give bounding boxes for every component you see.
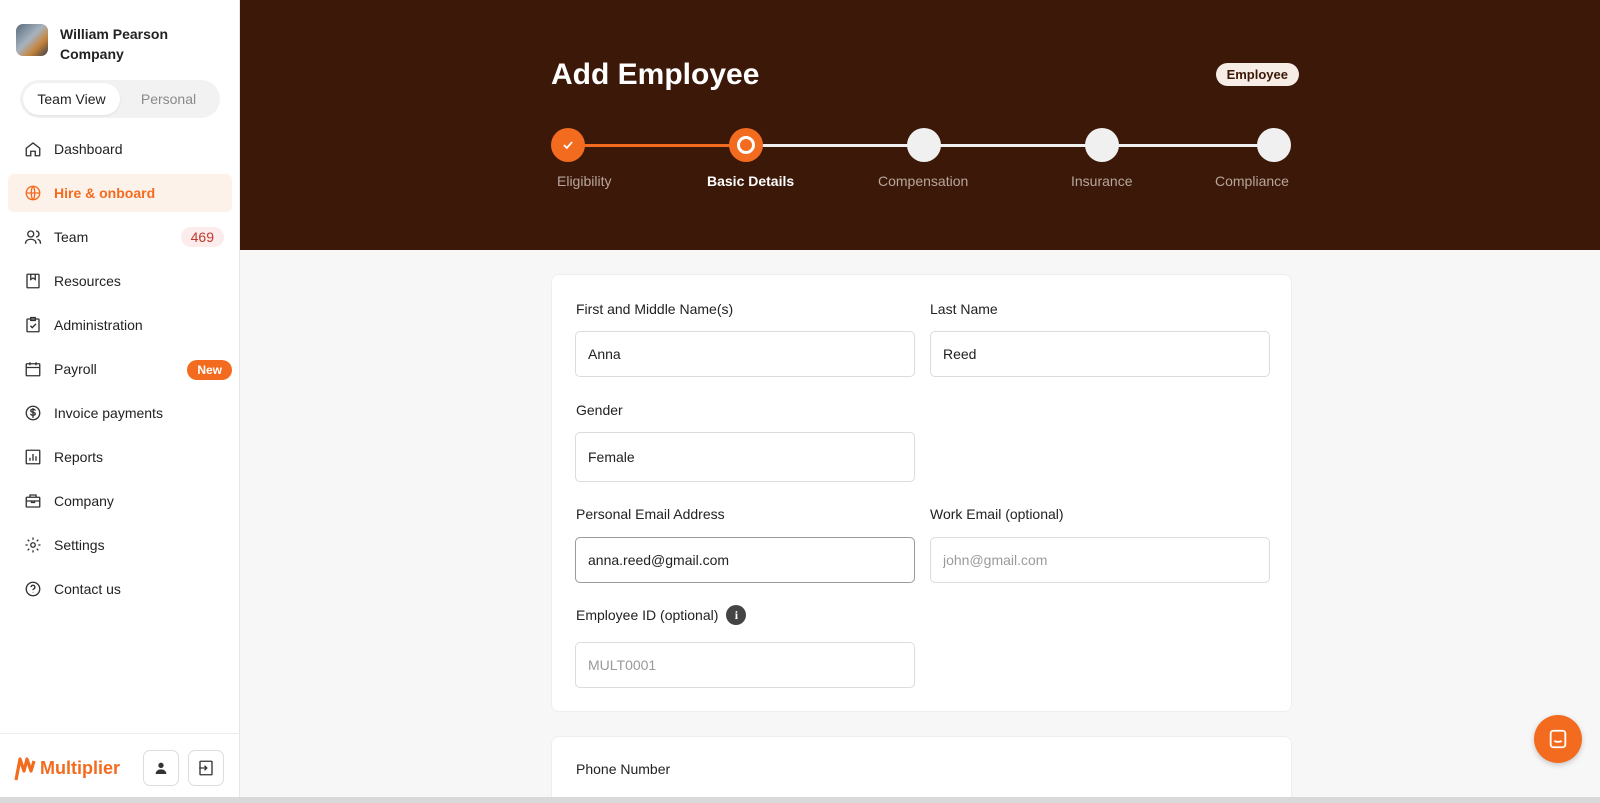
personal-email-label: Personal Email Address — [576, 506, 725, 522]
logout-button[interactable] — [188, 750, 224, 786]
bar-chart-icon — [24, 448, 42, 466]
personal-email-input[interactable] — [575, 537, 915, 583]
step-connector-completed — [568, 144, 746, 147]
team-view-toggle[interactable]: Team View — [23, 83, 120, 115]
page-title: Add Employee — [551, 58, 760, 91]
page-header: Add Employee Employee Eligibility Basic … — [240, 0, 1600, 250]
view-toggle: Team View Personal — [20, 80, 220, 118]
user-icon — [155, 762, 167, 774]
role-badge: Employee — [1215, 63, 1299, 86]
sidebar-item-label: Invoice payments — [54, 405, 163, 421]
gear-icon — [24, 536, 42, 554]
sidebar-item-label: Payroll — [54, 361, 97, 377]
first-name-input[interactable] — [575, 331, 915, 377]
sidebar-footer: Multiplier — [0, 733, 240, 803]
step-1-dot[interactable] — [551, 128, 585, 162]
sidebar-nav: Dashboard Hire & onboard Team 469 Resour… — [8, 130, 232, 614]
users-icon — [24, 228, 42, 246]
sidebar-item-company[interactable]: Company — [8, 482, 232, 520]
current-step-ring-icon — [737, 136, 755, 154]
clipboard-check-icon — [24, 316, 42, 334]
first-name-label: First and Middle Name(s) — [576, 301, 734, 317]
gender-select[interactable] — [575, 432, 915, 482]
step-connector-pending — [746, 144, 1274, 147]
contact-form-section: Phone Number — [551, 736, 1292, 803]
sidebar-item-label: Dashboard — [54, 141, 123, 157]
sidebar-item-label: Company — [54, 493, 114, 509]
employee-id-label-row: Employee ID (optional) i — [576, 605, 747, 625]
progress-stepper: Eligibility Basic Details Compensation I… — [551, 128, 1291, 198]
sidebar-item-dashboard[interactable]: Dashboard — [8, 130, 232, 168]
sidebar: William Pearson Company Team View Person… — [0, 0, 240, 803]
step-label-insurance: Insurance — [1071, 173, 1133, 189]
bottom-status-strip — [0, 797, 1600, 803]
gender-label: Gender — [576, 402, 623, 418]
logout-icon — [199, 760, 213, 776]
sidebar-item-payroll[interactable]: Payroll New — [8, 350, 232, 388]
chat-button[interactable] — [1534, 715, 1582, 763]
last-name-label: Last Name — [930, 301, 998, 317]
sidebar-item-settings[interactable]: Settings — [8, 526, 232, 564]
work-email-input[interactable] — [930, 537, 1270, 583]
phone-number-label: Phone Number — [576, 761, 671, 777]
sidebar-item-label: Reports — [54, 449, 104, 465]
sidebar-item-label: Contact us — [54, 581, 121, 597]
sidebar-item-label: Resources — [54, 273, 121, 289]
brand-name: Multiplier — [40, 758, 120, 778]
company-logo — [16, 24, 48, 56]
company-switcher[interactable]: William Pearson Company — [16, 24, 210, 64]
new-badge: New — [187, 360, 232, 380]
sidebar-item-hire-onboard[interactable]: Hire & onboard — [8, 174, 232, 212]
globe-icon — [24, 184, 42, 202]
sidebar-item-team[interactable]: Team 469 — [8, 218, 232, 256]
multiplier-logo-icon — [14, 756, 36, 780]
step-label-eligibility: Eligibility — [557, 173, 612, 189]
sidebar-item-label: Administration — [54, 317, 143, 333]
step-3-dot[interactable] — [907, 128, 941, 162]
check-icon — [563, 141, 573, 150]
step-label-compliance: Compliance — [1215, 173, 1289, 189]
company-name: William Pearson Company — [60, 26, 169, 62]
sidebar-item-reports[interactable]: Reports — [8, 438, 232, 476]
sidebar-item-resources[interactable]: Resources — [8, 262, 232, 300]
step-label-basic-details: Basic Details — [707, 173, 795, 189]
profile-button[interactable] — [143, 750, 179, 786]
employee-id-input[interactable] — [575, 642, 915, 688]
step-label-compensation: Compensation — [878, 173, 969, 189]
home-icon — [24, 140, 42, 158]
briefcase-icon — [24, 492, 42, 510]
sidebar-item-invoice-payments[interactable]: Invoice payments — [8, 394, 232, 432]
basic-details-form: First and Middle Name(s) Last Name Gende… — [551, 274, 1292, 712]
dollar-icon — [24, 404, 42, 422]
brand-logo[interactable]: Multiplier — [14, 756, 120, 782]
employee-id-label: Employee ID (optional) — [576, 607, 719, 623]
last-name-input[interactable] — [930, 331, 1270, 377]
sidebar-item-label: Hire & onboard — [54, 185, 156, 201]
calendar-icon — [24, 360, 42, 378]
team-count-badge: 469 — [180, 227, 224, 247]
help-circle-icon — [24, 580, 42, 598]
sidebar-item-label: Settings — [54, 537, 105, 553]
sidebar-item-label: Team — [54, 229, 89, 245]
info-icon[interactable]: i — [726, 605, 747, 625]
work-email-label: Work Email (optional) — [930, 506, 1064, 522]
step-2-dot[interactable] — [729, 128, 763, 162]
step-4-dot[interactable] — [1085, 128, 1119, 162]
sidebar-item-contact-us[interactable]: Contact us — [8, 570, 232, 608]
chat-icon — [1549, 729, 1567, 749]
sidebar-item-administration[interactable]: Administration — [8, 306, 232, 344]
resources-icon — [24, 272, 42, 290]
personal-view-toggle[interactable]: Personal — [120, 83, 217, 115]
step-5-dot[interactable] — [1257, 128, 1291, 162]
